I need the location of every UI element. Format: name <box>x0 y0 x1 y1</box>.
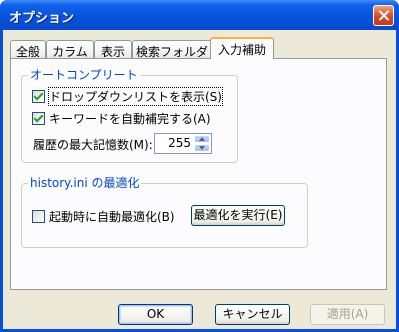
history-max-value[interactable]: 255 <box>168 136 191 150</box>
spin-up-icon[interactable] <box>194 135 210 143</box>
history-max-spinner[interactable]: 255 <box>154 133 212 154</box>
tab-display[interactable]: 表示 <box>94 40 132 59</box>
tab-input-assist[interactable]: 入力補助 <box>210 37 274 59</box>
spin-down-icon[interactable] <box>194 144 210 152</box>
startup-optimize-checkbox-label[interactable]: 起動時に自動最適化(B) <box>49 208 175 225</box>
dialog-body: 全般 カラム 表示 検索フォルダ 入力補助 オートコンプリート ドロップダウンリ… <box>3 30 396 329</box>
autocomplete-group: オートコンプリート ドロップダウンリストを表示(S) キーワードを自動補完する(… <box>21 68 238 163</box>
keyword-autocomplete-checkbox-label[interactable]: キーワードを自動補完する(A) <box>49 110 211 127</box>
title-bar[interactable]: オプション <box>0 0 399 30</box>
dropdown-list-checkbox[interactable] <box>32 90 45 103</box>
history-ini-group-title: history.ini の最適化 <box>28 176 142 190</box>
options-dialog: オプション 全般 カラム 表示 検索フォルダ 入力補助 オートコンプリート ドロ… <box>0 0 399 332</box>
history-ini-group: history.ini の最適化 起動時に自動最適化(B) 最適化を実行(E) <box>21 176 308 248</box>
keyword-autocomplete-checkbox-row[interactable]: キーワードを自動補完する(A) <box>32 110 211 127</box>
run-optimize-button[interactable]: 最適化を実行(E) <box>191 205 285 226</box>
history-max-label: 履歴の最大記憶数(M): <box>33 138 153 152</box>
autocomplete-group-title: オートコンプリート <box>28 68 140 82</box>
ok-button[interactable]: OK <box>118 304 193 325</box>
tab-search-folder[interactable]: 検索フォルダ <box>132 40 212 59</box>
keyword-autocomplete-checkbox[interactable] <box>32 112 45 125</box>
dropdown-list-checkbox-row[interactable]: ドロップダウンリストを表示(S) <box>32 87 223 106</box>
cancel-button[interactable]: キャンセル <box>215 304 290 325</box>
tab-columns[interactable]: カラム <box>46 40 94 59</box>
dropdown-list-checkbox-label[interactable]: ドロップダウンリストを表示(S) <box>48 87 223 106</box>
tab-panel-input-assist: オートコンプリート ドロップダウンリストを表示(S) キーワードを自動補完する(… <box>10 58 387 290</box>
window-title: オプション <box>9 11 75 26</box>
tab-general[interactable]: 全般 <box>10 40 46 59</box>
spinner-buttons <box>194 135 210 152</box>
close-icon[interactable] <box>373 5 394 26</box>
startup-optimize-checkbox[interactable] <box>32 210 45 223</box>
apply-button[interactable]: 適用(A) <box>310 304 385 325</box>
startup-optimize-checkbox-row[interactable]: 起動時に自動最適化(B) <box>32 208 175 225</box>
